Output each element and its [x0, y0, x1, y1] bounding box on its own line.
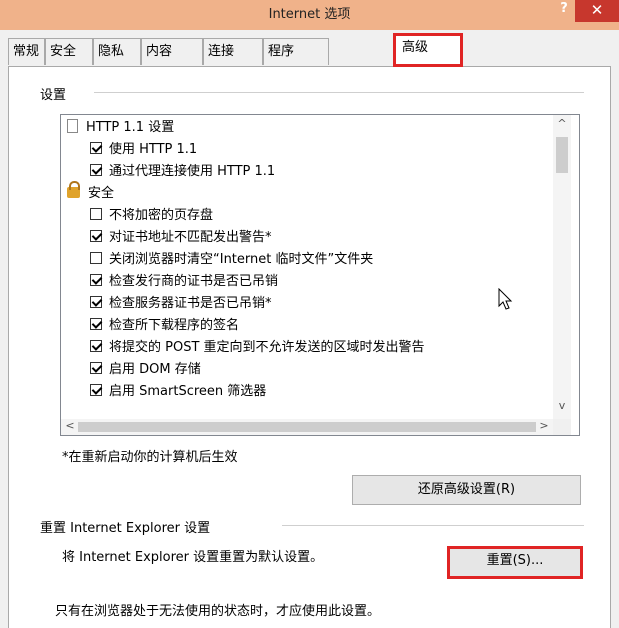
tree-item-cert-mismatch[interactable]: 对证书地址不匹配发出警告* [90, 229, 272, 247]
checkbox[interactable] [90, 208, 102, 220]
checkbox[interactable] [90, 340, 102, 352]
reset-warning: 只有在浏览器处于无法使用的状态时，才应使用此设置。 [55, 604, 381, 619]
settings-group-label: 设置 [40, 84, 73, 103]
scroll-down-arrow[interactable]: v [553, 399, 571, 412]
restore-advanced-settings-button[interactable]: 还原高级设置(R) [352, 475, 581, 505]
checkbox[interactable] [90, 362, 102, 374]
checkbox[interactable] [90, 318, 102, 330]
horizontal-scroll-thumb[interactable] [78, 422, 536, 432]
restart-note: *在重新启动你的计算机后生效 [62, 450, 238, 465]
reset-description: 将 Internet Explorer 设置重置为默认设置。 [62, 550, 324, 565]
tab-security[interactable]: 安全 [45, 38, 93, 65]
tree-item-http11: HTTP 1.1 设置 [67, 119, 174, 137]
checkbox[interactable] [90, 164, 102, 176]
checkbox[interactable] [90, 274, 102, 286]
tree-item-post-redirect[interactable]: 将提交的 POST 重定向到不允许发送的区域时发出警告 [90, 339, 425, 357]
page-icon [67, 119, 78, 133]
help-button[interactable]: ? [556, 0, 572, 22]
vertical-scrollbar[interactable]: ^ v [553, 115, 571, 419]
scrollbar-corner [553, 419, 571, 435]
tree-item-no-save-encrypted[interactable]: 不将加密的页存盘 [90, 207, 213, 225]
tab-programs[interactable]: 程序 [263, 38, 329, 65]
checkbox[interactable] [90, 230, 102, 242]
mouse-cursor-icon [498, 288, 513, 310]
window-title: Internet 选项 [268, 7, 351, 22]
settings-tree[interactable]: HTTP 1.1 设置 使用 HTTP 1.1 通过代理连接使用 HTTP 1.… [60, 114, 580, 436]
tab-content[interactable]: 内容 [141, 38, 203, 65]
tab-general[interactable]: 常规 [8, 38, 45, 65]
tree-item-download-signature[interactable]: 检查所下载程序的签名 [90, 317, 239, 335]
settings-group-divider [94, 92, 584, 93]
tab-advanced[interactable]: 高级 [393, 33, 463, 67]
lock-icon [67, 181, 80, 198]
checkbox[interactable] [90, 252, 102, 264]
tree-item-publisher-revocation[interactable]: 检查发行商的证书是否已吊销 [90, 273, 278, 291]
scroll-left-arrow[interactable]: < [61, 419, 79, 432]
tree-item-server-revocation[interactable]: 检查服务器证书是否已吊销* [90, 295, 272, 313]
tree-item-smartscreen[interactable]: 启用 SmartScreen 筛选器 [90, 383, 266, 401]
tree-item-proxy-http11[interactable]: 通过代理连接使用 HTTP 1.1 [90, 163, 275, 181]
vertical-scroll-thumb[interactable] [556, 137, 568, 173]
reset-group-divider [282, 525, 584, 526]
scroll-up-arrow[interactable]: ^ [553, 117, 571, 130]
scroll-right-arrow[interactable]: > [535, 419, 553, 432]
reset-button[interactable]: 重置(S)... [447, 546, 583, 579]
horizontal-scrollbar[interactable]: < > [61, 419, 553, 435]
checkbox[interactable] [90, 142, 102, 154]
reset-group-label: 重置 Internet Explorer 设置 [40, 517, 217, 536]
close-button[interactable]: ✕ [575, 0, 619, 22]
tab-connections[interactable]: 连接 [203, 38, 263, 65]
tree-item-security: 安全 [67, 181, 114, 203]
tab-privacy[interactable]: 隐私 [93, 38, 141, 65]
checkbox[interactable] [90, 296, 102, 308]
tree-item-empty-temp[interactable]: 关闭浏览器时清空“Internet 临时文件”文件夹 [90, 251, 373, 269]
tree-item-use-http11[interactable]: 使用 HTTP 1.1 [90, 141, 197, 159]
tree-item-dom-storage[interactable]: 启用 DOM 存储 [90, 361, 201, 379]
checkbox[interactable] [90, 384, 102, 396]
